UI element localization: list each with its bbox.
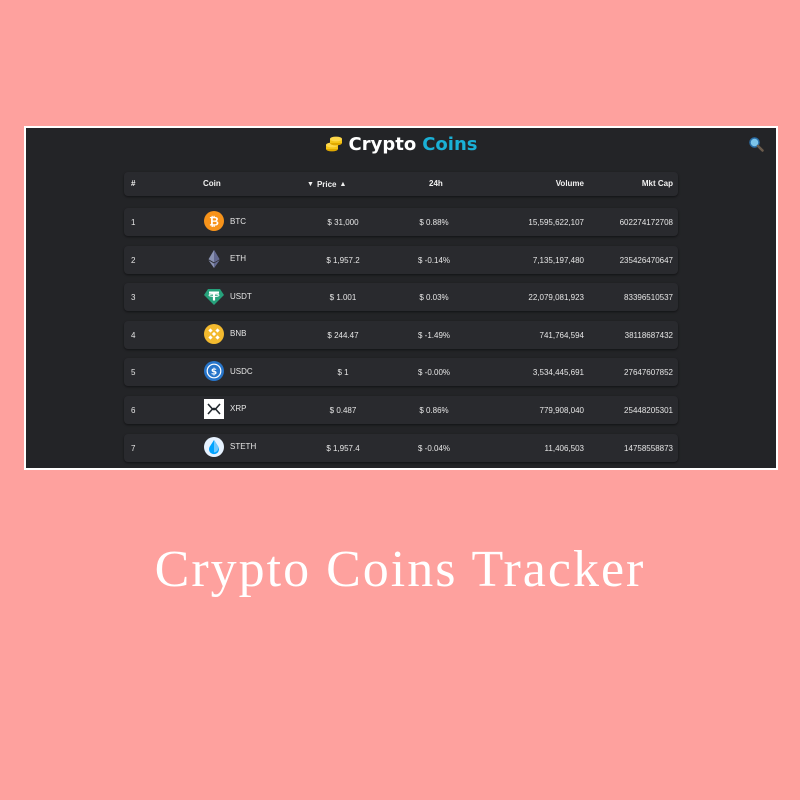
table-row[interactable]: 6 XRP $ 0.487 $ 0.86% 779,908,040 25448205301	[124, 395, 678, 424]
volume-cell: 741,764,594	[539, 330, 585, 340]
price-header-label: Price	[316, 180, 337, 189]
brand-title-part2: Coins	[422, 134, 478, 155]
coin-stack-icon	[325, 136, 342, 151]
table-row[interactable]: 1 ₿ BTC $ 31,000 $ 0.88% 15,595,622,107 602274…	[124, 208, 678, 236]
column-header-24h: 24h	[429, 179, 443, 188]
mktcap-cell: 83396510537	[624, 293, 673, 303]
volume-cell: 7,135,197,480	[532, 255, 584, 265]
column-header-price[interactable]: ▼ Price ▲	[307, 179, 346, 189]
table-row[interactable]: 3 USDT $ 1.001 $ 0.03% 22,079,081,923 8339651…	[124, 283, 678, 312]
volume-cell: 15,595,622,107	[528, 218, 584, 227]
mktcap-cell: 235426470647	[619, 255, 673, 265]
table-row[interactable]: 2 ETH $ 1,957.2 $ -0.14% 7,135,197,480 235426…	[124, 245, 678, 274]
column-header-volume: Volume	[555, 179, 584, 188]
brand-logo[interactable]: Crypto Coins	[26, 134, 776, 155]
volume-cell: 3,534,445,691	[532, 368, 584, 378]
volume-cell: 22,079,081,923	[528, 293, 584, 303]
mktcap-cell: 38118687432	[624, 330, 673, 340]
table-header-row: # Coin ▼ Price ▲ 24h Volume Mkt Cap	[124, 172, 678, 196]
table-row[interactable]: 5 $ USDC $ 1 $ -0.00% 3,534,445,691 2764760785…	[124, 358, 678, 387]
table-row[interactable]: 4 BNB $ 244.47 $ -1.49% 741,764,594 381186874…	[124, 320, 678, 349]
table-row[interactable]: 7 STETH $ 1,957.4 $ -0.04% 11,406,503 1475855…	[124, 433, 678, 462]
volume-cell: 779,908,040	[539, 405, 585, 415]
search-icon[interactable]	[748, 136, 764, 152]
column-header-mktcap: Mkt Cap	[641, 179, 673, 188]
mktcap-cell: 602274172708	[619, 218, 673, 227]
coins-table: # Coin ▼ Price ▲ 24h Volume Mkt Cap 1 ₿ BT…	[124, 172, 678, 468]
mktcap-cell: 27647607852	[624, 368, 673, 378]
mktcap-cell: 25448205301	[624, 405, 673, 415]
app-window: Crypto Coins # Coin ▼ Price ▲ 24h Volume…	[24, 126, 778, 470]
brand-title-part1: Crypto	[348, 134, 417, 155]
sort-ascending-icon[interactable]: ▲	[340, 181, 347, 188]
sort-descending-icon[interactable]: ▼	[307, 181, 314, 188]
column-header-coin: Coin	[203, 179, 221, 188]
column-header-rank: #	[131, 179, 136, 188]
volume-cell: 11,406,503	[544, 443, 584, 453]
mktcap-cell: 14758558873	[624, 443, 673, 453]
caption-title: Crypto Coins Tracker	[154, 541, 646, 598]
